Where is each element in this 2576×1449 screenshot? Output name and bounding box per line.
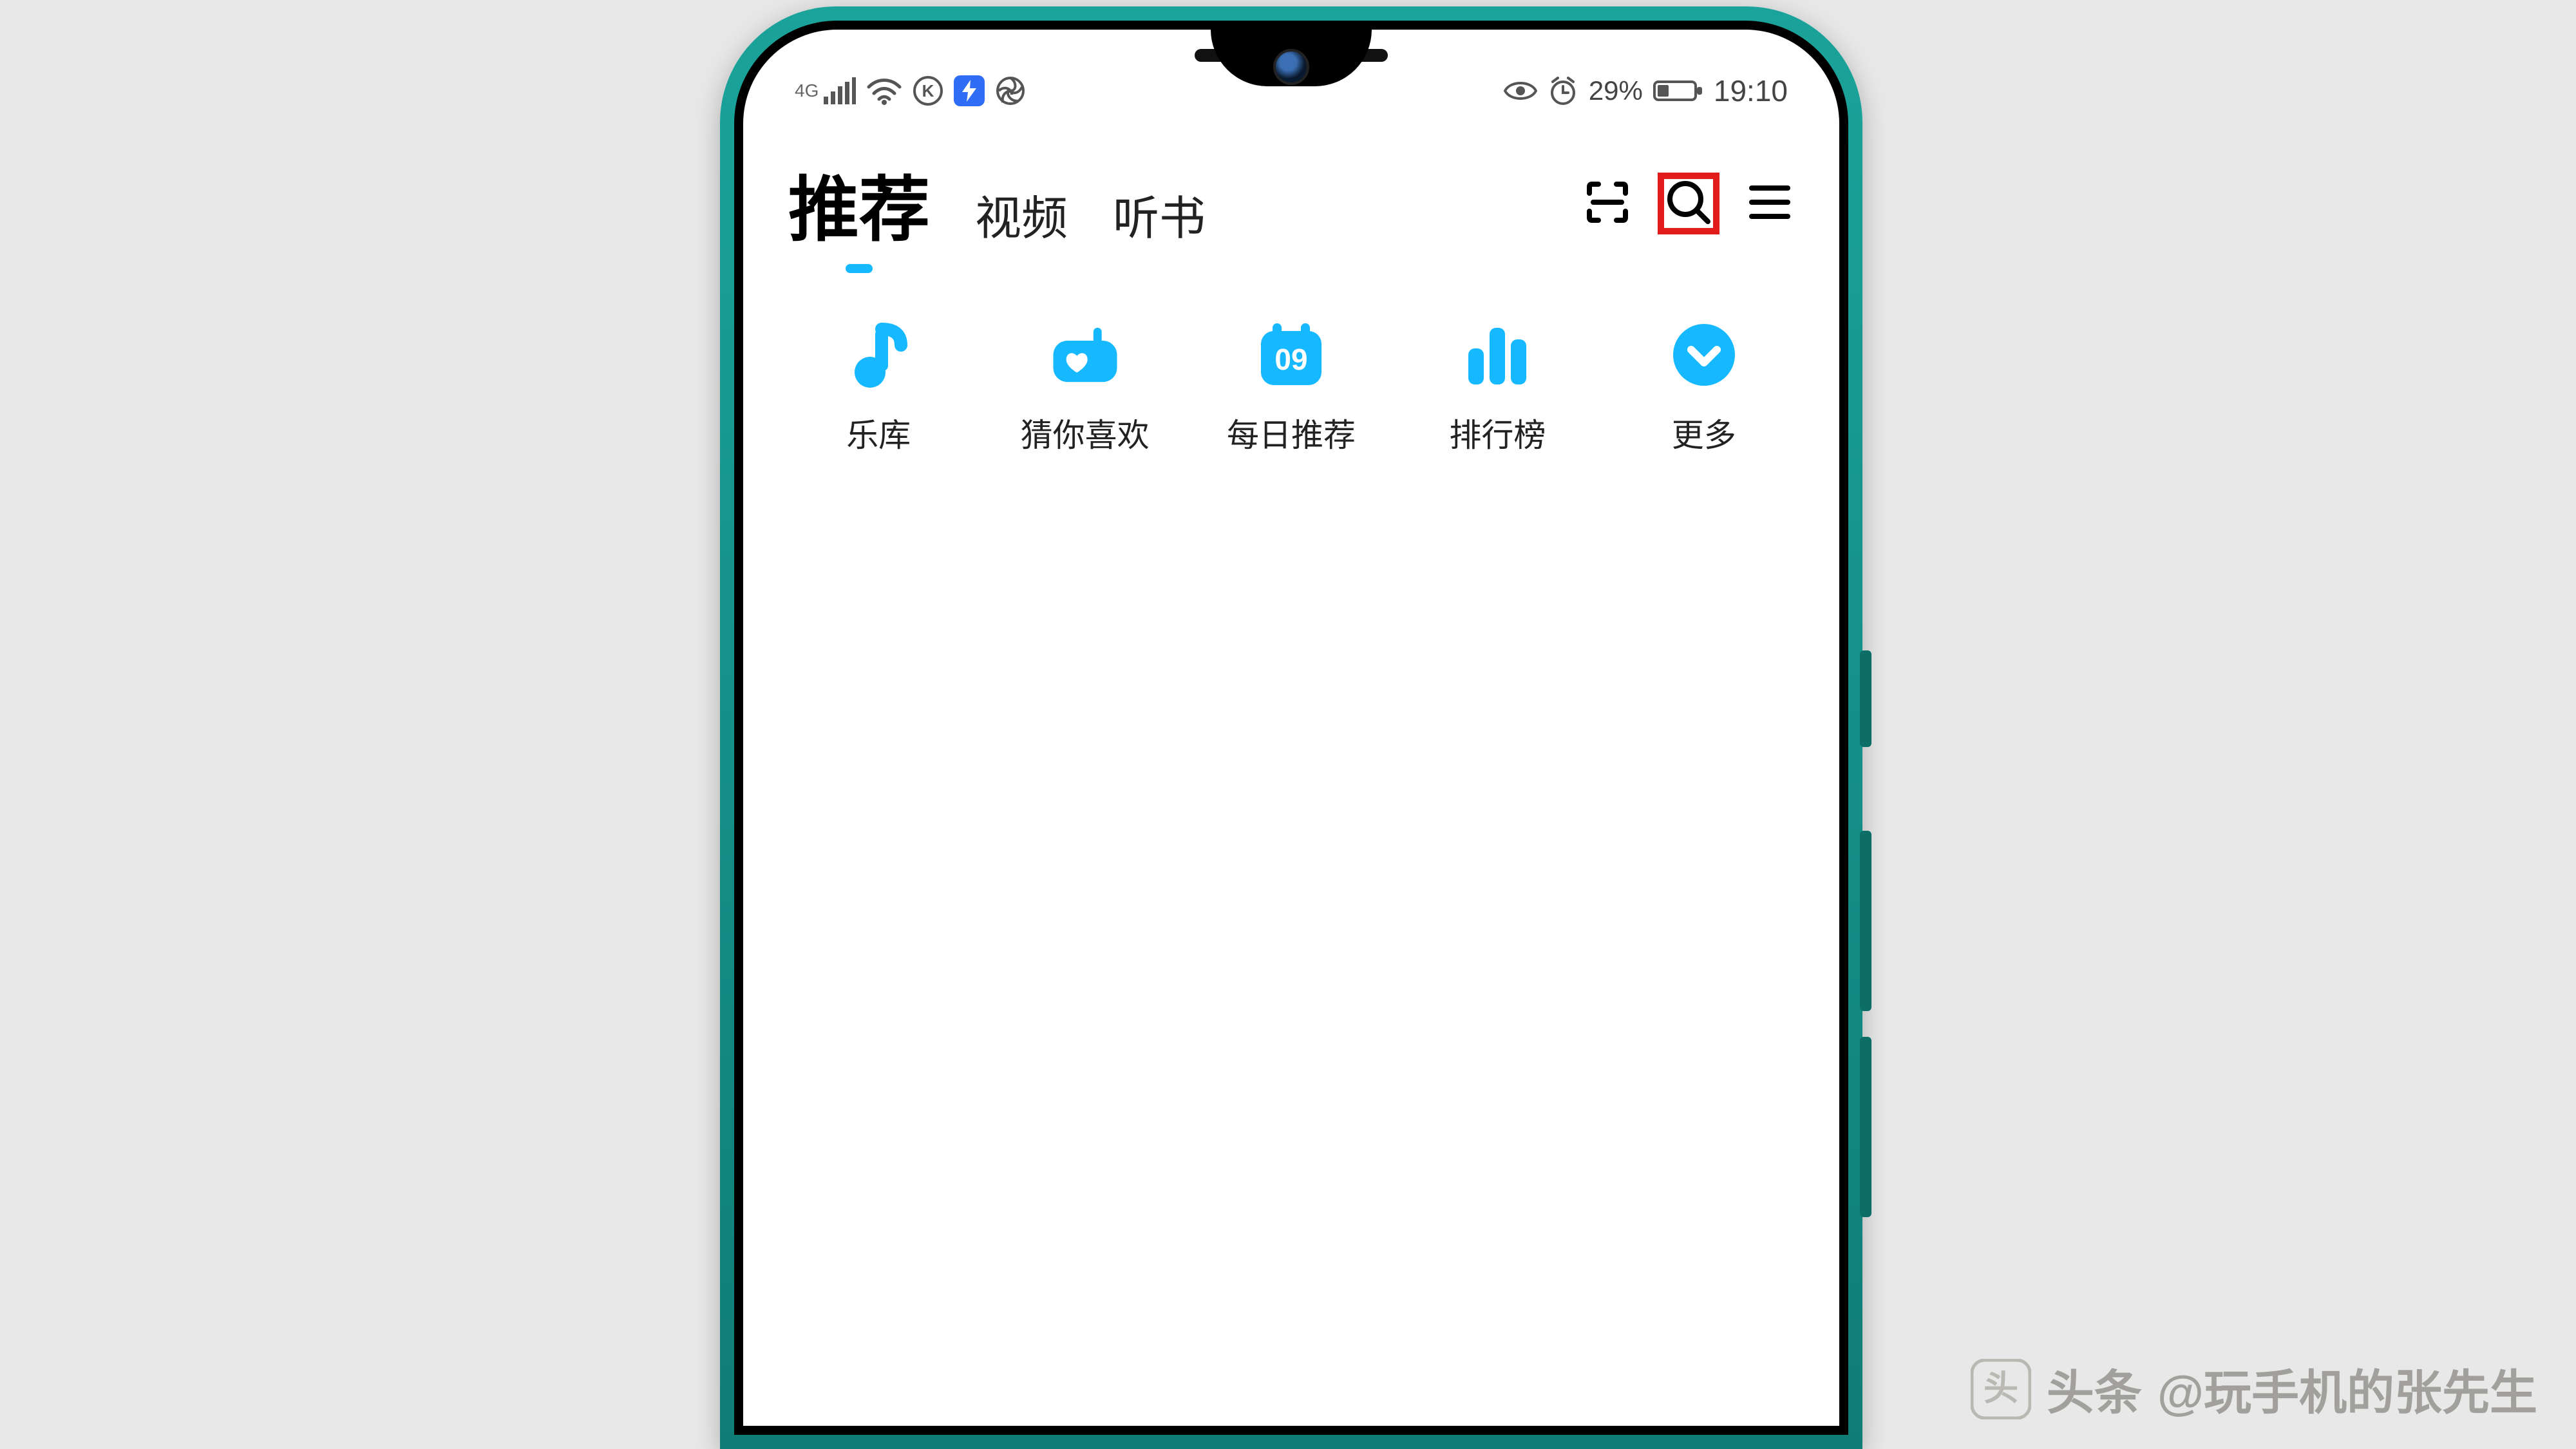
watermark-handle: @玩手机的张先生 [2157,1354,2537,1423]
svg-text:头: 头 [1984,1369,2018,1408]
volume-up-button [1860,831,1871,1011]
battery-icon [1653,78,1703,104]
search-button[interactable] [1658,173,1719,234]
calendar-day: 09 [1274,343,1307,376]
category-ranking[interactable]: 排行榜 [1410,319,1584,456]
category-label: 排行榜 [1449,410,1546,456]
category-more[interactable]: 更多 [1617,319,1791,456]
svg-text:K: K [922,81,934,100]
scan-icon [1584,179,1631,229]
battery-percent: 29% [1589,75,1643,106]
category-label: 更多 [1672,410,1736,456]
eye-icon [1504,79,1537,102]
toutiao-logo-icon: 头 [1971,1359,2031,1419]
signal-icon [824,77,856,104]
music-note-icon [843,319,914,390]
category-label: 猜你喜欢 [1021,410,1150,456]
watermark-prefix: 头条 [2047,1354,2142,1423]
circle-k-icon: K [913,75,943,106]
app-header: 推荐 视频 听书 [743,152,1839,255]
status-bar: 4G K [743,62,1839,120]
clock: 19:10 [1714,73,1788,108]
network-type-label: 4G [795,80,819,101]
tab-recommend[interactable]: 推荐 [788,152,930,255]
category-row: 乐库 猜你喜欢 09 每日推荐 [743,319,1839,456]
watermark: 头 头条 @玩手机的张先生 [1971,1354,2537,1423]
top-tabs: 推荐 视频 听书 [788,152,1206,255]
tab-video[interactable]: 视频 [975,180,1068,248]
scan-button[interactable] [1577,173,1638,234]
more-circle-icon [1669,319,1739,390]
volume-down-button [1860,1037,1871,1217]
category-label: 乐库 [846,410,911,456]
category-music-library[interactable]: 乐库 [791,319,965,456]
menu-icon [1748,183,1792,225]
lightning-app-icon [954,75,985,106]
category-daily-recommend[interactable]: 09 每日推荐 [1204,319,1378,456]
screen: 4G K [743,30,1839,1426]
category-label: 每日推荐 [1227,410,1356,456]
radio-heart-icon [1050,319,1121,390]
tab-audiobook[interactable]: 听书 [1113,180,1206,248]
aperture-icon [995,75,1026,106]
menu-button[interactable] [1739,173,1801,234]
calendar-icon: 09 [1256,319,1327,390]
category-guess-you-like[interactable]: 猜你喜欢 [998,319,1172,456]
wifi-icon [866,77,902,105]
side-button [1860,650,1871,747]
alarm-icon [1548,75,1578,106]
bar-chart-icon [1462,319,1533,390]
search-icon [1664,178,1713,230]
phone-frame: 4G K [720,6,1862,1449]
